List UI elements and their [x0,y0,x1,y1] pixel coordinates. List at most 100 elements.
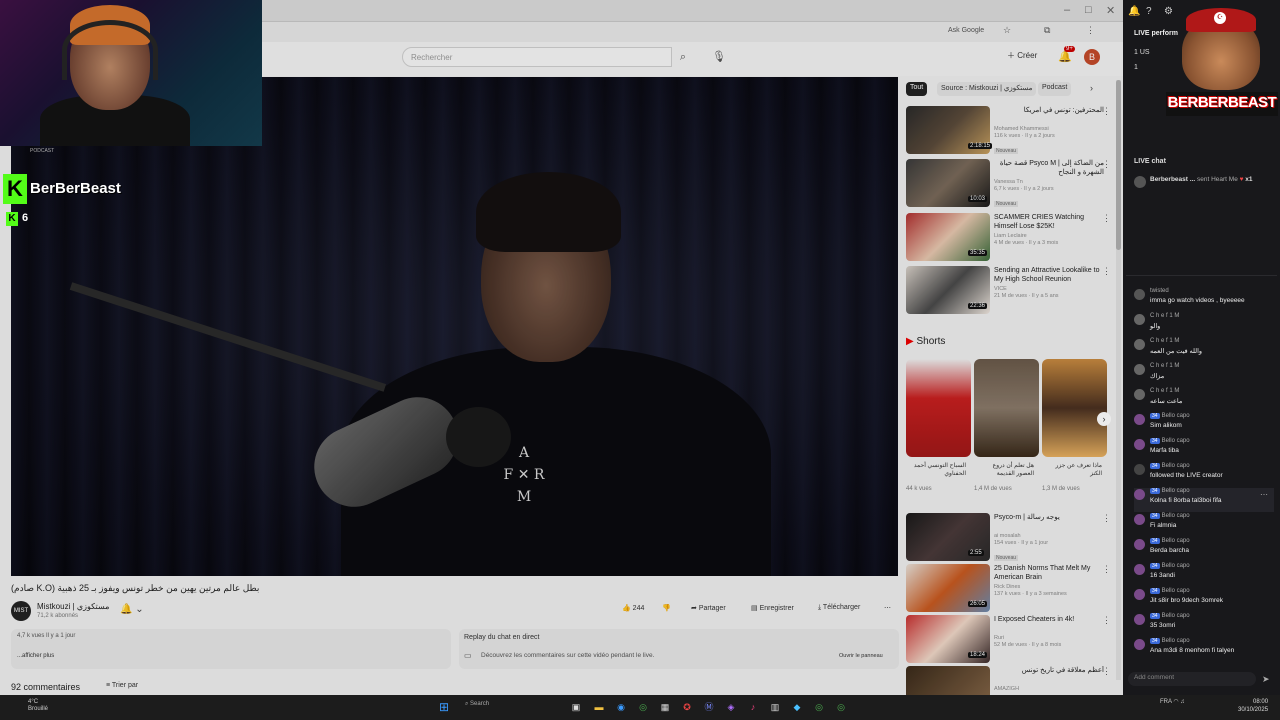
recommended-video[interactable]: 35:35 SCAMMER CRIES Watching Himself Los… [906,213,1116,261]
more-options-icon[interactable]: ⋮ [1102,564,1111,575]
recommended-video[interactable]: 2:18:15 المحترفين: تونس في امريكا Mohame… [906,106,1116,154]
chat-message[interactable]: C h e f 1 M مزاك [1134,363,1274,387]
send-icon[interactable]: ➤ [1262,674,1270,685]
account-avatar[interactable]: B [1084,49,1100,65]
chat-message[interactable]: 34 Bello capo 16 3andi [1134,563,1274,587]
search-icon[interactable]: ⌕ [672,47,694,67]
save-button[interactable]: ▤ Enregistrer [751,604,794,612]
taskbar-clock[interactable]: 08:00 30/10/2025 [1238,698,1268,714]
chat-message[interactable]: C h e f 1 M ماعت ساعه [1134,388,1274,412]
add-comment-input[interactable]: Add comment [1128,672,1256,686]
recommended-video[interactable]: 22:36 Sending an Attractive Lookalike to… [906,266,1116,314]
create-button[interactable]: ＋ Créer [1007,50,1045,64]
like-button[interactable]: 👍 244 [622,604,644,612]
chat-message[interactable]: 34 Bello capo Sim alikom [1134,413,1274,437]
channel-avatar[interactable]: MIST [11,601,31,621]
chat-text: والله فيت من العمه [1150,348,1203,355]
help-icon[interactable]: ? [1146,6,1152,17]
recommended-video[interactable]: 18:24 I Exposed Cheaters in 4k! Ruri 52 M… [906,615,1116,663]
chat-message[interactable]: C h e f 1 M والله فيت من العمه [1134,338,1274,362]
video-person-hair [476,172,621,252]
file-explorer-icon[interactable]: ▬ [592,700,606,714]
short-thumbnail[interactable] [1042,359,1107,457]
short-views: 1,4 M de vues [974,486,1012,492]
chat-message[interactable]: 34 Bello capo Marfa tiba [1134,438,1274,462]
ask-google-button[interactable]: Ask Google [948,27,984,34]
chat-message[interactable]: 34 Bello capo followed the LIVE creator [1134,463,1274,487]
chat-message[interactable]: 34 Bello capo 35 3omri [1134,613,1274,637]
bookmark-icon[interactable]: ☆ [1003,25,1011,36]
level-badge: 34 [1150,638,1160,644]
short-title: ماذا تعرف عن جزر الكنز [1055,463,1102,477]
chat-message[interactable]: 34 Bello capo Kolna fi 8orba tal3boi fifa… [1134,488,1274,512]
maximize-icon[interactable]: □ [1085,4,1092,16]
video-meta: Rick Dines 137 k vues · Il y a 3 semaines [994,584,1104,598]
share-button[interactable]: ➦ Partager [691,604,726,612]
more-options-icon[interactable]: ⋮ [1102,666,1111,677]
short-thumbnail[interactable] [906,359,971,457]
chrome-icon[interactable]: ◎ [636,700,650,714]
app-icon[interactable]: ◆ [790,700,804,714]
chat-message[interactable]: 34 Bello capo Ana m3di 8 menhom fi talyen [1134,638,1274,662]
minimize-icon[interactable]: – [1064,4,1070,16]
recommended-video[interactable]: 10:03 قصة حياة Psyco M | من الضاكة إلى ا… [906,159,1116,207]
chat-replay-description: Découvrez les commentaires sur cette vid… [481,652,655,659]
recommended-video[interactable]: 26:05 25 Danish Norms That Melt My Ameri… [906,564,1116,612]
close-icon[interactable]: ✕ [1106,4,1115,17]
video-player[interactable]: A F ✕ R M [11,77,898,576]
chat-message[interactable]: 34 Bello capo Fi almnia [1134,513,1274,537]
app-icon[interactable]: ◎ [834,700,848,714]
menu-icon[interactable]: ⋮ [1086,25,1095,36]
more-options-icon[interactable]: ⋮ [1102,159,1111,170]
channel-name[interactable]: Mistkouzi | مستكوزي [37,602,109,611]
description-box[interactable]: 4,7 k vues Il y a 1 jour ...afficher plu… [11,629,451,669]
download-button[interactable]: ⤓ Télécharger [818,604,860,612]
app-icon[interactable]: ✪ [680,700,694,714]
more-options-icon[interactable]: ⋮ [1102,213,1111,224]
notification-bell-icon[interactable]: 🔔 [1128,6,1140,17]
taskbar-search[interactable]: ⌕ Search [465,701,560,713]
recommended-video[interactable]: 2:55 Psyco-m | يوجه رسالة ai mosalah 154 … [906,513,1116,561]
dislike-icon[interactable]: 👎 [662,604,671,612]
chat-message[interactable]: twisted imma go watch videos , byeeeee [1134,288,1274,312]
recommended-video[interactable]: أعظم معلاقة في تاريخ تونس AMAZIGH ⋮ [906,666,1116,695]
video-title: SCAMMER CRIES Watching Himself Lose $25K… [994,214,1084,230]
system-tray[interactable]: FRA ◠ ♫ [1160,699,1185,706]
task-view-icon[interactable]: ▣ [569,700,583,714]
app-icon[interactable]: ♪ [746,700,760,714]
sort-comments-button[interactable]: ≡ Trier par [106,682,138,689]
message-more-icon[interactable]: ⋯ [1260,490,1268,499]
more-options-icon[interactable]: ⋮ [1102,106,1111,117]
kick-viewers-icon: K [6,212,18,226]
short-thumbnail[interactable] [974,359,1039,457]
app-icon[interactable]: ◎ [812,700,826,714]
weather-widget[interactable]: 4°C Brouillé [28,699,48,713]
show-more-link[interactable]: ...afficher plus [17,653,445,659]
subscribe-bell-icon[interactable]: 🔔 ⌄ [120,604,144,615]
chip-podcast[interactable]: Podcast [1038,82,1072,96]
edge-icon[interactable]: ◉ [614,700,628,714]
shorts-next-icon[interactable]: › [1097,412,1111,426]
microphone-icon[interactable]: 🎙 [709,47,729,67]
chat-message[interactable]: C h e f 1 M والو [1134,313,1274,337]
chat-message[interactable]: 34 Bello capo Jit s8ir bro 9dech 3omrek [1134,588,1274,612]
windows-start-icon[interactable]: ⊞ [437,700,451,714]
more-options-icon[interactable]: ⋮ [1102,615,1111,626]
chat-message[interactable]: 34 Bello capo Berda barcha [1134,538,1274,562]
app-icon[interactable]: ◈ [724,700,738,714]
settings-gear-icon[interactable]: ⚙ [1164,6,1173,17]
app-icon[interactable]: ▦ [658,700,672,714]
chevron-right-icon[interactable]: › [1090,83,1093,93]
app-icon[interactable]: Ⓜ [702,700,716,714]
app-icon[interactable]: ▥ [768,700,782,714]
more-options-icon[interactable]: ⋮ [1102,266,1111,277]
search-input[interactable]: Rechercher [402,47,672,67]
scrollbar-thumb[interactable] [1116,80,1121,250]
extensions-icon[interactable]: ⧉ [1044,25,1050,36]
open-panel-button[interactable]: Ouvrir le panneau [839,653,883,659]
more-options-icon[interactable]: ⋮ [1102,513,1111,524]
more-actions-icon[interactable]: ⋯ [884,604,891,612]
chip-source[interactable]: Source : Mistkouzi | مستكوزي [937,82,1037,96]
chip-all[interactable]: Tout [906,82,928,96]
live-chat-heading: LIVE chat [1134,158,1166,165]
